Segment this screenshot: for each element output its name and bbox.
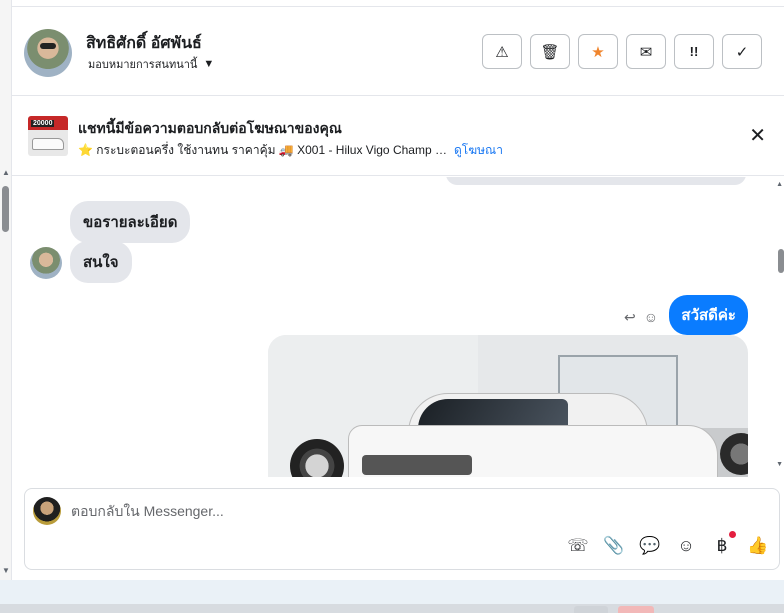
speech-bubble-icon: 💬: [639, 536, 661, 555]
warning-icon: ⚠: [495, 43, 509, 61]
contact-name[interactable]: สิทธิศักดิ์ อัศพันธ์: [86, 31, 202, 56]
like-icon[interactable]: 👍: [747, 535, 769, 557]
payment-icon[interactable]: ฿: [711, 531, 736, 557]
envelope-icon: ✉: [639, 43, 653, 61]
thumbs-up-icon: 👍: [747, 536, 769, 555]
star-icon: ★: [591, 43, 605, 61]
attachment-icon[interactable]: 📎: [603, 535, 625, 557]
sender-avatar: [30, 247, 62, 279]
check-icon: ✓: [735, 43, 749, 61]
message-actions: ↩ ☺: [624, 309, 658, 326]
outgoing-message[interactable]: สวัสดีค่ะ: [669, 295, 748, 335]
assign-conversation-dropdown[interactable]: มอบหมายการสนทนานี้ ▼: [88, 55, 214, 73]
contact-avatar[interactable]: [24, 29, 72, 77]
delete-button[interactable]: 🗑: [530, 34, 570, 69]
baht-icon: ฿: [716, 536, 728, 555]
incoming-message[interactable]: สนใจ: [70, 241, 132, 283]
scrollbar-thumb[interactable]: [2, 186, 9, 232]
saved-replies-icon[interactable]: 💬: [639, 535, 661, 557]
taskbar-item[interactable]: [618, 606, 654, 613]
ad-reply-banner: 20000 แชทนี้มีข้อความตอบกลับต่อโฆษณาของค…: [12, 96, 784, 176]
taskbar-strip: [0, 580, 784, 613]
message-thread[interactable]: ขอรายละเอียด สนใจ ↩ ☺ สวัสดีค่ะ ▲ ▼: [12, 177, 784, 477]
priority-button[interactable]: !!: [674, 34, 714, 69]
taskbar-item[interactable]: [574, 606, 608, 613]
reply-icon[interactable]: ↩: [624, 309, 636, 326]
ad-banner-subtitle: ⭐ กระบะตอนครึ่ง ใช้งานทน ราคาคุ้ม 🚚 X001…: [78, 141, 503, 160]
left-scrollbar[interactable]: ▲ ▼: [0, 0, 12, 580]
trash-icon: 🗑: [540, 43, 560, 61]
react-icon[interactable]: ☺: [644, 309, 658, 326]
ad-thumbnail[interactable]: 20000: [28, 116, 68, 156]
ad-thumbnail-price: 20000: [31, 120, 55, 127]
thread-scrollbar[interactable]: ▲ ▼: [774, 177, 784, 477]
assign-label: มอบหมายการสนทนานี้: [88, 59, 198, 71]
smiley-icon: ☺: [677, 536, 695, 555]
emoji-icon[interactable]: ☺: [675, 535, 697, 557]
follow-up-button[interactable]: ★: [578, 34, 618, 69]
view-ad-link[interactable]: ดูโฆษณา: [454, 141, 503, 160]
scroll-up-arrow[interactable]: ▲: [776, 181, 783, 188]
conversation-panel: สิทธิศักดิ์ อัศพันธ์ มอบหมายการสนทนานี้ …: [12, 6, 784, 580]
incoming-message[interactable]: ขอรายละเอียด: [70, 201, 191, 243]
scroll-down-arrow[interactable]: ▼: [2, 566, 10, 575]
add-call-icon[interactable]: ☏: [567, 535, 589, 557]
caret-down-icon: ▼: [203, 58, 215, 70]
scrollbar-thumb[interactable]: [778, 249, 784, 273]
phone-plus-icon: ☏: [567, 536, 589, 555]
scroll-down-arrow[interactable]: ▼: [776, 461, 783, 468]
page-avatar: [33, 497, 61, 525]
reply-input[interactable]: [71, 503, 671, 519]
scroll-up-arrow[interactable]: ▲: [2, 168, 10, 177]
paperclip-icon: 📎: [603, 536, 625, 555]
ad-banner-title: แชทนี้มีข้อความตอบกลับต่อโฆษณาของคุณ: [78, 120, 342, 136]
mark-unread-button[interactable]: ✉: [626, 34, 666, 69]
photo-tire: [720, 433, 748, 475]
message-composer: ☏ 📎 💬 ☺ ฿ 👍: [24, 488, 780, 570]
notification-dot: [729, 531, 736, 538]
truck-grille: [362, 455, 472, 475]
ad-description: ⭐ กระบะตอนครึ่ง ใช้งานทน ราคาคุ้ม 🚚 X001…: [78, 143, 448, 157]
spam-button[interactable]: ⚠: [482, 34, 522, 69]
truck-image: [32, 138, 64, 150]
car-photo-attachment[interactable]: [268, 335, 748, 477]
header-actions: ⚠ 🗑 ★ ✉ !! ✓: [482, 34, 762, 69]
composer-toolbar: ☏ 📎 💬 ☺ ฿ 👍: [567, 531, 769, 557]
mark-done-button[interactable]: ✓: [722, 34, 762, 69]
conversation-header: สิทธิศักดิ์ อัศพันธ์ มอบหมายการสนทนานี้ …: [12, 7, 784, 96]
close-icon[interactable]: ✕: [749, 126, 766, 146]
priority-icon: !!: [689, 44, 699, 59]
previous-message-bubble: [446, 177, 746, 185]
